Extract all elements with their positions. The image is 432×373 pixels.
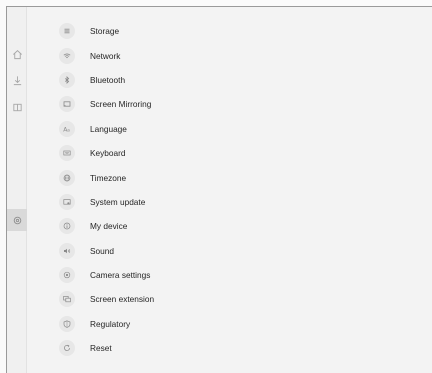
menu-item-timezone[interactable]: Timezone (59, 165, 419, 189)
keyboard-icon (59, 145, 75, 162)
menu-item-label: Camera settings (90, 270, 151, 281)
sidebar-item-split-view[interactable] (7, 96, 27, 118)
download-icon (13, 75, 21, 85)
menu-item-storage[interactable]: Storage (59, 19, 419, 43)
menu-item-label: Bluetooth (90, 74, 126, 85)
globe-icon (59, 169, 75, 186)
menu-item-label: My device (90, 221, 128, 232)
bluetooth-icon (59, 71, 75, 88)
menu-item-system-update[interactable]: System update (59, 190, 419, 214)
screen-extension-icon (59, 291, 75, 308)
settings-window: Storage Network Bluetooth Screen Mirrori… (6, 6, 432, 373)
menu-item-language[interactable]: Aa Language (59, 117, 419, 141)
home-icon (12, 49, 22, 59)
menu-item-label: Keyboard (90, 148, 126, 159)
shield-icon (59, 315, 75, 332)
split-view-icon (12, 103, 22, 111)
menu-item-label: Storage (90, 26, 120, 37)
system-update-icon (59, 193, 75, 210)
screen-mirroring-icon (59, 96, 75, 113)
menu-item-my-device[interactable]: My device (59, 214, 419, 238)
menu-item-reset[interactable]: Reset (59, 336, 419, 360)
storage-icon (59, 23, 75, 40)
sidebar-rail (7, 7, 27, 373)
menu-item-label: Network (90, 50, 121, 61)
menu-item-screen-extension[interactable]: Screen extension (59, 287, 419, 311)
info-icon (59, 218, 75, 235)
camera-icon (59, 267, 75, 284)
menu-item-network[interactable]: Network (59, 43, 419, 67)
menu-item-bluetooth[interactable]: Bluetooth (59, 68, 419, 92)
sidebar-item-settings[interactable] (7, 209, 27, 231)
svg-text:a: a (67, 127, 70, 132)
wifi-icon (59, 47, 75, 64)
menu-item-camera-settings[interactable]: Camera settings (59, 263, 419, 287)
reset-icon (59, 340, 75, 357)
menu-item-label: Language (90, 123, 127, 134)
menu-item-label: System update (90, 196, 146, 207)
menu-item-sound[interactable]: Sound (59, 239, 419, 263)
menu-item-label: Screen Mirroring (90, 99, 152, 110)
menu-item-label: Screen extension (90, 294, 155, 305)
sidebar-item-downloads[interactable] (7, 69, 27, 91)
menu-item-label: Reset (90, 343, 112, 354)
settings-gear-icon (13, 216, 21, 224)
language-icon: Aa (59, 120, 75, 137)
menu-item-label: Regulatory (90, 318, 131, 329)
settings-menu: Storage Network Bluetooth Screen Mirrori… (59, 19, 419, 360)
menu-item-regulatory[interactable]: Regulatory (59, 312, 419, 336)
sidebar-item-home[interactable] (7, 43, 27, 65)
menu-item-keyboard[interactable]: Keyboard (59, 141, 419, 165)
menu-item-label: Sound (90, 245, 114, 256)
menu-item-screen-mirroring[interactable]: Screen Mirroring (59, 92, 419, 116)
speaker-icon (59, 242, 75, 259)
menu-item-label: Timezone (90, 172, 127, 183)
